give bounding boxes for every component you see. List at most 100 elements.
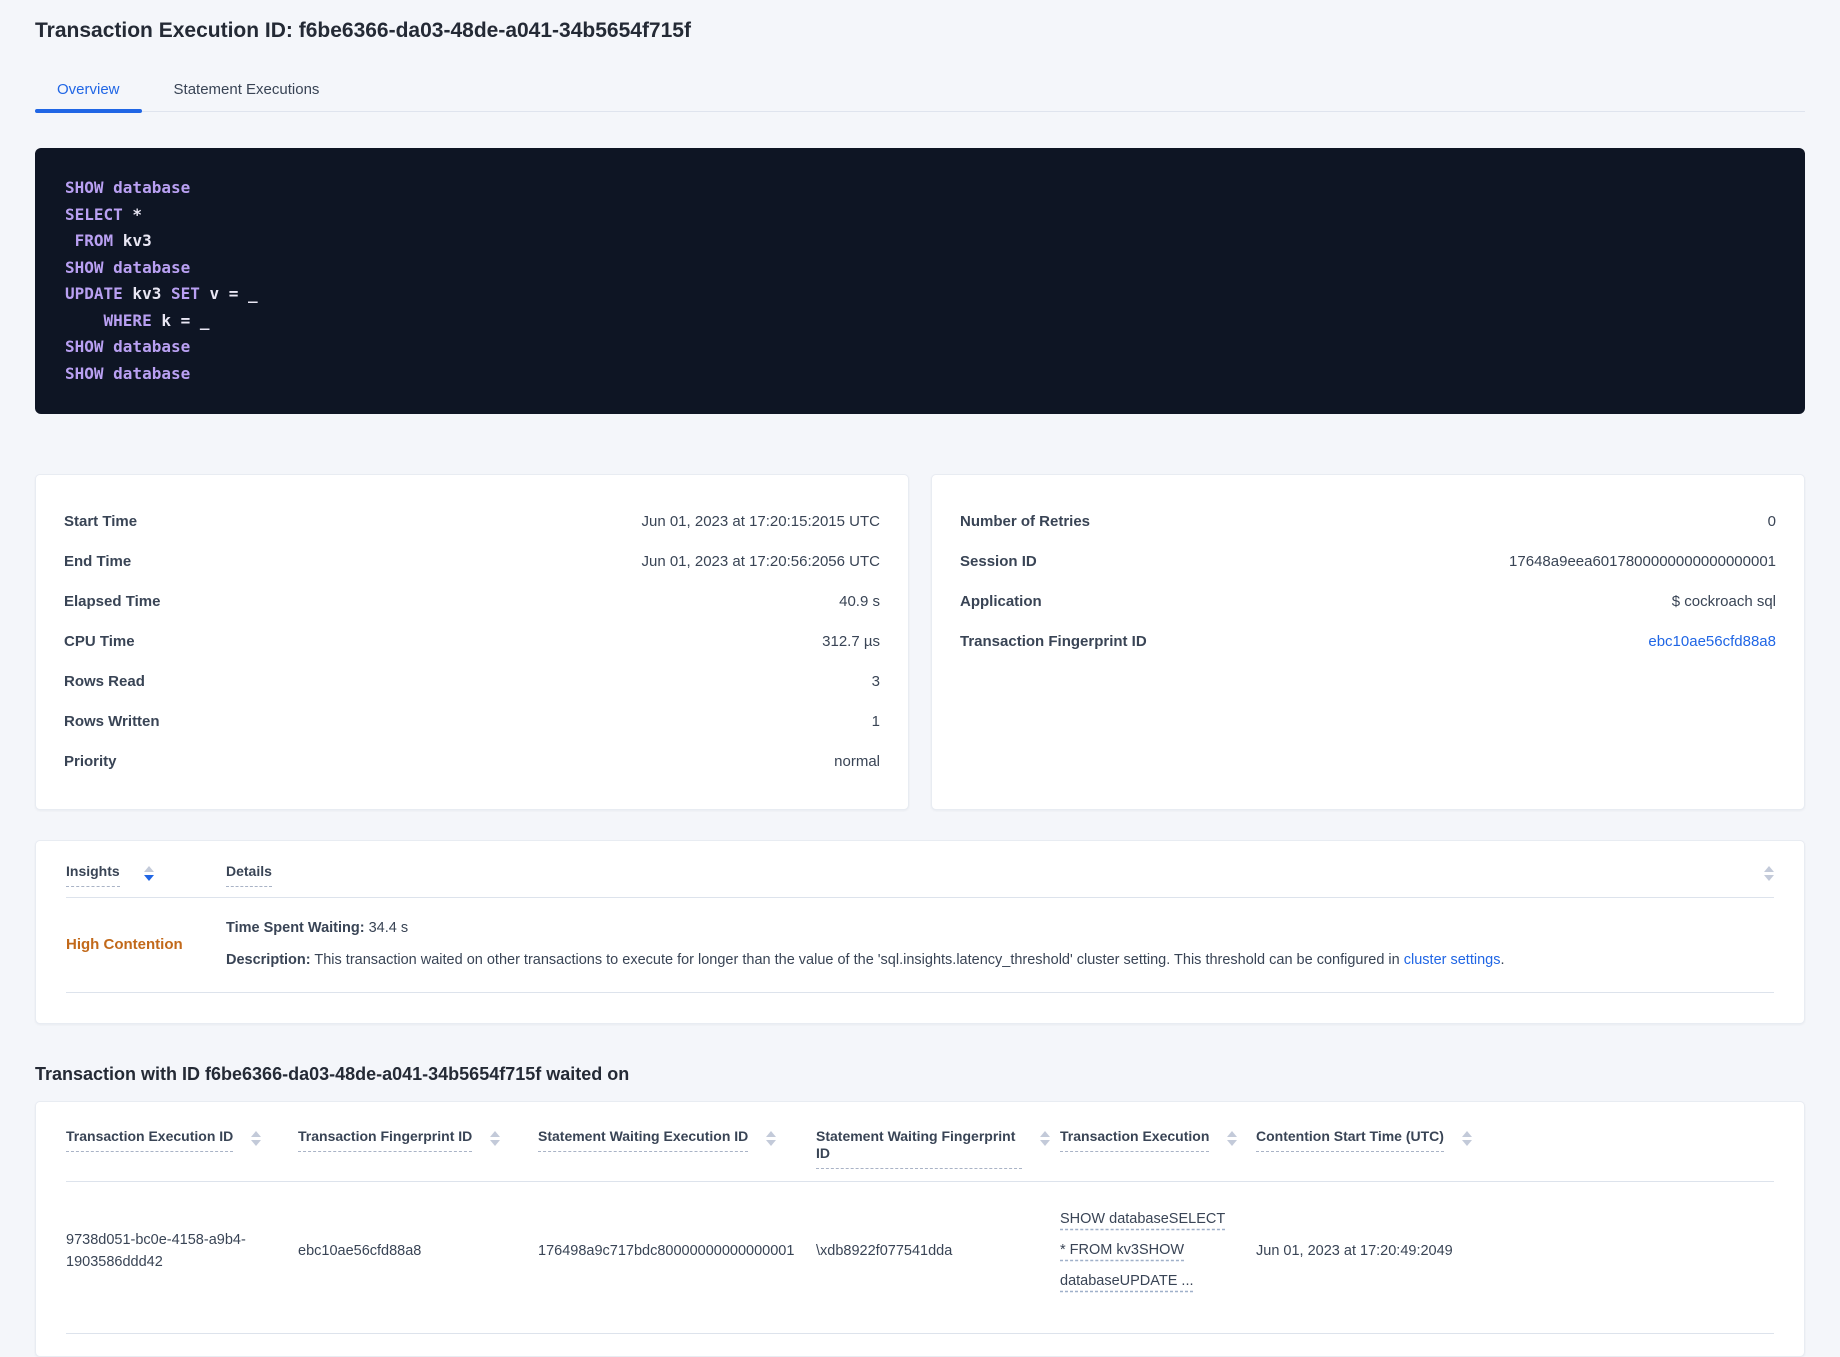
insights-sort-icon[interactable] [143, 863, 154, 881]
time-spent-waiting-value: 34.4 s [368, 920, 409, 936]
waited-on-row-divider [66, 1333, 1774, 1334]
sql-text: * [122, 204, 143, 224]
application-value: $ cockroach sql [1671, 592, 1776, 610]
rows-read-label: Rows Read [64, 672, 145, 690]
start-time-value: Jun 01, 2023 at 17:20:15:2015 UTC [641, 512, 880, 530]
insights-header-divider [66, 897, 1774, 898]
rows-read-value: 3 [871, 672, 880, 690]
insights-header-label[interactable]: Insights [66, 863, 120, 887]
contention-start-time-utc-sort-icon[interactable] [1461, 1128, 1472, 1146]
sql-line: SHOW database [65, 175, 1775, 202]
statement-waiting-fingerprint-id-sort-icon[interactable] [1040, 1128, 1050, 1146]
session-id-value: 17648a9eea6017800000000000000001 [1509, 552, 1776, 570]
transaction-execution-label[interactable]: Transaction Execution [1060, 1128, 1210, 1152]
cell-transaction-execution: SHOW databaseSELECT * FROM kv3SHOW datab… [1060, 1204, 1256, 1297]
kv-row-number-of-retries: Number of Retries 0 [960, 501, 1776, 541]
column-header-transaction-fingerprint-id: Transaction Fingerprint ID [298, 1128, 538, 1152]
kv-row-rows-written: Rows Written 1 [64, 701, 880, 741]
sql-keyword: SELECT [65, 204, 123, 224]
insight-row-divider [66, 992, 1774, 993]
end-time-label: End Time [64, 552, 132, 570]
rows-written-value: 1 [871, 712, 880, 730]
description-text: This transaction waited on other transac… [314, 952, 1404, 968]
number-of-retries-value: 0 [1767, 512, 1776, 530]
column-header-transaction-execution-id: Transaction Execution ID [66, 1128, 298, 1152]
end-time-value: Jun 01, 2023 at 17:20:56:2056 UTC [641, 552, 880, 570]
execution-details-card: Start Time Jun 01, 2023 at 17:20:15:2015 … [35, 474, 909, 810]
column-header-contention-start-time-utc: Contention Start Time (UTC) [1256, 1128, 1774, 1152]
sql-statements-box: SHOW database SELECT * FROM kv3 SHOW datab… [35, 148, 1805, 414]
execution-details-rows: Start Time Jun 01, 2023 at 17:20:15:2015 … [64, 501, 880, 781]
sql-line: SHOW database [65, 361, 1775, 388]
tab-bar: Overview Statement Executions [35, 73, 1805, 113]
waited-on-table-card: Transaction Execution ID Transaction Fing… [35, 1101, 1805, 1357]
table-sort-icon[interactable] [1764, 863, 1774, 881]
rows-written-label: Rows Written [64, 712, 160, 730]
elapsed-time-value: 40.9 s [839, 592, 880, 610]
transaction-execution-statement-link[interactable]: SHOW databaseSELECT * FROM kv3SHOW datab… [1060, 1204, 1228, 1297]
cell-transaction-fingerprint-id: ebc10ae56cfd88a8 [298, 1242, 422, 1259]
details-header-label[interactable]: Details [226, 863, 272, 887]
kv-row-rows-read: Rows Read 3 [64, 661, 880, 701]
description-suffix: . [1500, 952, 1505, 968]
kv-row-transaction-fingerprint-id: Transaction Fingerprint ID ebc10ae56cfd88… [960, 621, 1776, 661]
sql-keyword: UPDATE [65, 284, 123, 303]
sql-keyword: SHOW database [65, 363, 191, 383]
session-details-rows: Number of Retries 0 Session ID 17648a9eea60… [960, 501, 1776, 661]
sql-keyword: WHERE [65, 310, 152, 330]
transaction-execution-id-sort-icon[interactable] [251, 1128, 262, 1146]
cluster-settings-link[interactable]: cluster settings [1404, 952, 1501, 968]
transaction-execution-sort-icon[interactable] [1227, 1128, 1238, 1146]
summary-cards-row: Start Time Jun 01, 2023 at 17:20:15:2015 … [35, 474, 1805, 810]
statement-waiting-fingerprint-id-label[interactable]: Statement Waiting Fingerprint ID [816, 1128, 1022, 1169]
cpu-time-value: 312.7 µs [822, 632, 880, 650]
sql-keyword: SET [170, 284, 200, 303]
insights-column-header: Insights [66, 863, 226, 887]
column-header-transaction-execution: Transaction Execution [1060, 1128, 1256, 1152]
kv-row-cpu-time: CPU Time 312.7 µs [64, 621, 880, 661]
transaction-execution-id-label[interactable]: Transaction Execution ID [66, 1128, 234, 1152]
elapsed-time-label: Elapsed Time [64, 592, 161, 610]
session-details-card: Number of Retries 0 Session ID 17648a9eea60… [931, 474, 1805, 810]
insight-details: Time Spent Waiting: 34.4 s Description: … [226, 918, 1505, 970]
page-title: Transaction Execution ID: f6be6366-da03-… [35, 19, 691, 42]
cpu-time-label: CPU Time [64, 632, 135, 650]
cell-statement-waiting-execution-id: 176498a9c717bdc80000000000000001 [538, 1242, 795, 1259]
priority-label: Priority [64, 752, 117, 770]
description-line: Description: This transaction waited on … [226, 950, 1505, 970]
sql-text: k = _ [151, 310, 210, 330]
sql-line: SHOW database [65, 255, 1775, 282]
transaction-fingerprint-id-label[interactable]: Transaction Fingerprint ID [298, 1128, 473, 1152]
sql-line: UPDATE kv3 SET v = _ [65, 281, 1775, 308]
time-spent-waiting-line: Time Spent Waiting: 34.4 s [226, 918, 1505, 938]
tab-overview[interactable]: Overview [35, 73, 142, 113]
sql-text: kv3 [122, 284, 171, 303]
insight-row: High Contention Time Spent Waiting: 34.4… [66, 918, 1774, 970]
kv-row-priority: Priority normal [64, 741, 880, 781]
tab-statement-executions[interactable]: Statement Executions [152, 73, 342, 111]
sql-keyword: SHOW database [65, 257, 191, 277]
kv-row-end-time: End Time Jun 01, 2023 at 17:20:56:2056 UT… [64, 541, 880, 581]
session-id-label: Session ID [960, 552, 1037, 570]
sql-line: SELECT * [65, 202, 1775, 229]
cell-contention-start-time: Jun 01, 2023 at 17:20:49:2049 [1256, 1242, 1453, 1259]
sql-line: WHERE k = _ [65, 308, 1775, 335]
kv-row-elapsed-time: Elapsed Time 40.9 s [64, 581, 880, 621]
number-of-retries-label: Number of Retries [960, 512, 1091, 530]
column-header-statement-waiting-execution-id: Statement Waiting Execution ID [538, 1128, 816, 1152]
cell-transaction-execution-id: 9738d051-bc0e-4158-a9b4-1903586ddd42 [66, 1231, 246, 1270]
description-label: Description: [226, 952, 311, 968]
statement-waiting-execution-id-label[interactable]: Statement Waiting Execution ID [538, 1128, 749, 1152]
kv-row-session-id: Session ID 17648a9eea60178000000000000000… [960, 541, 1776, 581]
transaction-fingerprint-id-sort-icon[interactable] [490, 1128, 501, 1146]
priority-value: normal [834, 752, 880, 770]
waited-on-table-header: Transaction Execution ID Transaction Fing… [66, 1122, 1774, 1169]
transaction-fingerprint-id-label: Transaction Fingerprint ID [960, 632, 1147, 650]
kv-row-application: Application $ cockroach sql [960, 581, 1776, 621]
contention-start-time-utc-label[interactable]: Contention Start Time (UTC) [1256, 1128, 1444, 1152]
kv-row-start-time: Start Time Jun 01, 2023 at 17:20:15:2015 … [64, 501, 880, 541]
application-label: Application [960, 592, 1042, 610]
transaction-fingerprint-id-value[interactable]: ebc10ae56cfd88a8 [1648, 633, 1776, 650]
statement-waiting-execution-id-sort-icon[interactable] [766, 1128, 777, 1146]
column-header-statement-waiting-fingerprint-id: Statement Waiting Fingerprint ID [816, 1128, 1060, 1169]
